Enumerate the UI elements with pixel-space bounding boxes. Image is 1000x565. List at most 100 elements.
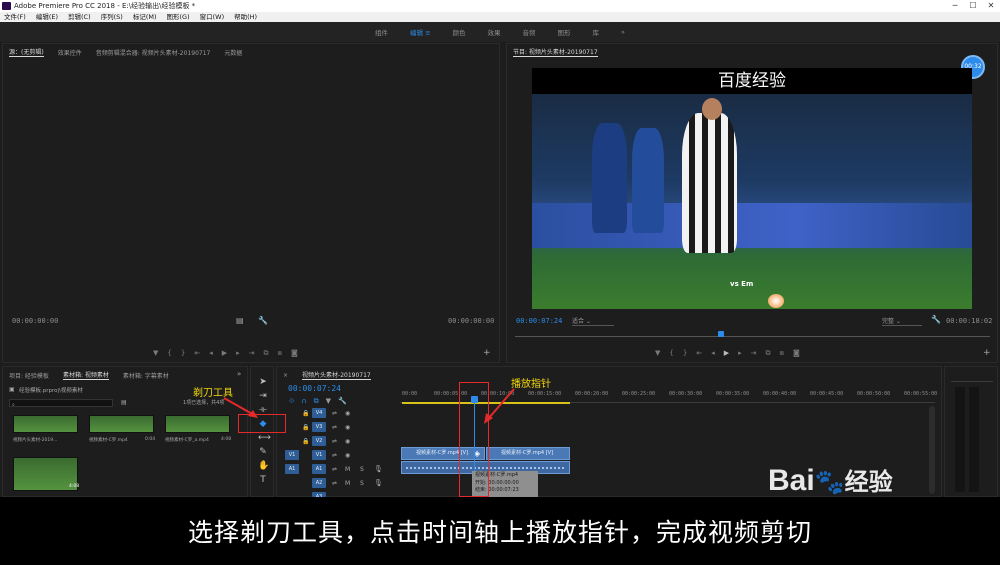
play-icon[interactable]: ▶ (222, 349, 227, 358)
linked-selection-icon[interactable]: ⧉ (314, 397, 319, 406)
eye-icon[interactable]: ◉ (345, 410, 350, 417)
media-thumbnail-2[interactable] (89, 415, 154, 433)
video-clip-right[interactable]: 视频素材-C罗.mp4 [V] (486, 447, 570, 460)
track-a1-button[interactable]: A1 (312, 464, 326, 474)
go-to-out-icon[interactable]: ⇥ (751, 349, 757, 358)
program-timecode-current[interactable]: 00:00:07:24 (516, 317, 562, 325)
fit-dropdown[interactable]: 适合 ⌄ (572, 316, 614, 326)
export-frame-icon[interactable]: ◙ (291, 349, 298, 358)
track-v3-button[interactable]: V3 (312, 422, 326, 432)
add-marker-icon[interactable]: ▼ (326, 397, 331, 406)
source-patch-a1[interactable]: A1 (285, 464, 299, 474)
sync-icon[interactable]: ⇌ (332, 410, 337, 417)
source-timecode-current[interactable]: 00:00:00:00 (12, 317, 58, 325)
step-forward-icon[interactable]: ▸ (236, 349, 240, 358)
eye-icon[interactable]: ◉ (345, 452, 350, 459)
close-button[interactable]: ✕ (982, 0, 1000, 12)
source-patch-v1[interactable]: V1 (285, 450, 299, 460)
extract-icon[interactable]: ⧈ (780, 349, 784, 358)
tab-project[interactable]: 项目: 经验模板 (9, 371, 49, 380)
program-add-button[interactable]: + (983, 348, 991, 358)
workspace-libraries[interactable]: 库 (593, 27, 600, 37)
workspace-audio[interactable]: 音频 (523, 27, 536, 37)
menu-marker[interactable]: 标记(M) (133, 12, 157, 22)
tab-effect-controls[interactable]: 效果控件 (58, 48, 82, 57)
media-thumbnail-1[interactable] (13, 415, 78, 433)
mark-in-icon[interactable]: { (167, 349, 171, 358)
timeline-settings-icon[interactable]: 🔧 (338, 397, 347, 406)
slip-tool-icon[interactable]: ⟷ (258, 433, 271, 443)
add-marker-icon[interactable]: ▼ (655, 349, 660, 358)
go-to-in-icon[interactable]: ⇤ (194, 349, 200, 358)
new-bin-icon[interactable]: ▤ (121, 399, 127, 406)
track-v2-button[interactable]: V2 (312, 436, 326, 446)
tab-bin-subtitles[interactable]: 素材箱: 字幕素材 (123, 371, 169, 380)
insert-icon[interactable]: ⧉ (264, 349, 269, 358)
mark-out-icon[interactable]: } (181, 349, 185, 358)
mark-out-icon[interactable]: } (683, 349, 687, 358)
tab-sequence[interactable]: 视频片头素材-20190717 (302, 370, 371, 380)
program-scrub-bar[interactable] (515, 336, 990, 337)
tab-bin-video[interactable]: 素材箱: 视频素材 (62, 370, 109, 380)
tab-source[interactable]: 源：(无剪辑) (9, 47, 44, 57)
sync-icon[interactable]: ⇌ (332, 438, 337, 445)
panel-more-button[interactable]: » (237, 370, 241, 378)
workspace-effects[interactable]: 效果 (488, 27, 501, 37)
lock-icon[interactable]: 🔒 (302, 438, 309, 445)
solo-icon[interactable]: S (360, 480, 364, 487)
eye-icon[interactable]: ◉ (345, 438, 350, 445)
minimize-button[interactable]: ─ (946, 0, 964, 12)
mute-icon[interactable]: M (345, 466, 350, 473)
timeline-vertical-scrollbar[interactable] (929, 406, 935, 494)
overwrite-icon[interactable]: ⧈ (278, 349, 282, 358)
timeline-timecode[interactable]: 00:00:07:24 (288, 384, 341, 393)
track-v1-button[interactable]: V1 (312, 450, 326, 460)
menu-graphics[interactable]: 图形(G) (167, 12, 190, 22)
sync-icon[interactable]: ⇌ (332, 452, 337, 459)
play-icon[interactable]: ▶ (724, 349, 729, 358)
workspace-graphics[interactable]: 图形 (558, 27, 571, 37)
sync-icon[interactable]: ⇌ (332, 424, 337, 431)
maximize-button[interactable]: ☐ (964, 0, 982, 12)
source-add-button[interactable]: + (483, 348, 491, 358)
hand-tool-icon[interactable]: ✋ (258, 461, 269, 471)
menu-file[interactable]: 文件(F) (4, 12, 26, 22)
menu-clip[interactable]: 剪辑(C) (68, 12, 91, 22)
step-back-icon[interactable]: ◂ (209, 349, 213, 358)
lift-icon[interactable]: ⧉ (766, 349, 771, 358)
workspace-editing[interactable]: 编辑 ≡ (410, 27, 431, 37)
track-v4-button[interactable]: V4 (312, 408, 326, 418)
lock-icon[interactable]: 🔒 (302, 424, 309, 431)
go-to-in-icon[interactable]: ⇤ (696, 349, 702, 358)
media-thumbnail-3[interactable] (165, 415, 230, 433)
timeline-close-icon[interactable]: × (283, 372, 288, 379)
bin-search-input[interactable]: ⌕ (9, 399, 113, 408)
menu-help[interactable]: 帮助(H) (234, 12, 257, 22)
add-marker-icon[interactable]: ▼ (153, 349, 158, 358)
sync-icon[interactable]: ⇌ (332, 480, 337, 487)
menu-edit[interactable]: 编辑(E) (36, 12, 58, 22)
step-back-icon[interactable]: ◂ (711, 349, 715, 358)
go-to-out-icon[interactable]: ⇥ (249, 349, 255, 358)
solo-icon[interactable]: S (360, 466, 364, 473)
workspace-more-button[interactable]: » (621, 28, 625, 36)
export-frame-icon[interactable]: ◙ (793, 349, 800, 358)
mute-icon[interactable]: M (345, 480, 350, 487)
menu-sequence[interactable]: 序列(S) (101, 12, 123, 22)
program-wrench-icon[interactable]: 🔧 (931, 315, 941, 324)
program-playhead-marker[interactable] (718, 331, 724, 337)
lock-icon[interactable]: 🔒 (302, 410, 309, 417)
track-a2-button[interactable]: A2 (312, 478, 326, 488)
tab-audio-mixer[interactable]: 音频剪辑混合器: 视频片头素材-20190717 (96, 48, 211, 57)
tab-metadata[interactable]: 元数据 (224, 48, 242, 57)
workspace-color[interactable]: 颜色 (453, 27, 466, 37)
sync-icon[interactable]: ⇌ (332, 466, 337, 473)
pen-tool-icon[interactable]: ✎ (258, 447, 268, 457)
mark-in-icon[interactable]: { (669, 349, 673, 358)
nest-icon[interactable]: ⟐ (289, 397, 295, 406)
source-settings-icon[interactable]: ▤ (236, 316, 244, 325)
menu-window[interactable]: 窗口(W) (200, 12, 225, 22)
workspace-assembly[interactable]: 组件 (375, 27, 388, 37)
selection-tool-icon[interactable]: ➤ (258, 377, 268, 387)
mic-icon[interactable]: 🎙 (374, 479, 383, 487)
